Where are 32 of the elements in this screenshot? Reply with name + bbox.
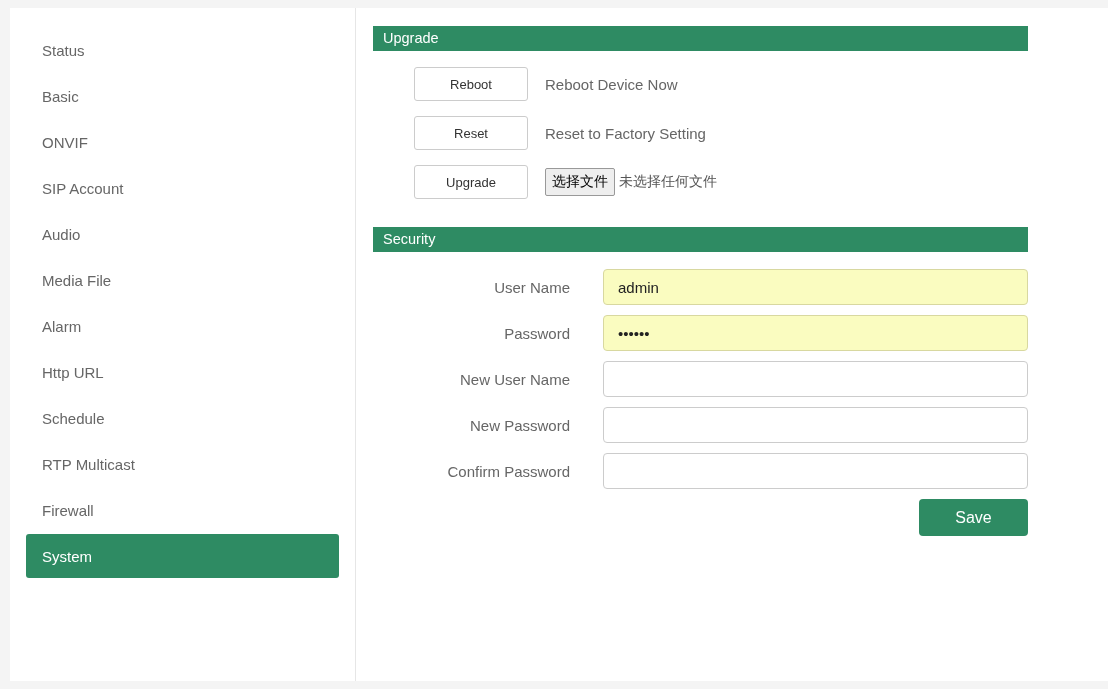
sidebar-item[interactable]: Status [26,28,339,72]
save-button[interactable]: Save [919,499,1028,536]
sidebar-item[interactable]: Basic [26,74,339,118]
sidebar-item[interactable]: System [26,534,339,578]
field-label: Password [503,324,570,342]
section-header: Security [373,227,1028,252]
sidebar-item[interactable]: ONVIF [26,120,339,164]
sidebar-item[interactable]: RTP Multicast [26,442,339,486]
sidebar-item[interactable]: SIP Account [26,166,339,210]
sidebar-item[interactable]: Firewall [26,488,339,532]
input-field[interactable] [603,361,1028,397]
input-field[interactable] [603,453,1028,489]
sidebar-item[interactable]: Audio [26,212,339,256]
field-label: New Password [468,416,570,434]
input-field[interactable]: •••••• [603,315,1028,351]
sidebar-item[interactable]: Media File [26,258,339,302]
action-button[interactable]: Reboot [414,67,528,101]
sidebar-item[interactable]: Http URL [26,350,339,394]
field-label: User Name [493,278,570,296]
field-label: New User Name [458,370,570,388]
action-description: Reset to Factory Setting [545,124,706,142]
upgrade-button[interactable]: Upgrade [414,165,528,199]
section-header: Upgrade [373,26,1028,51]
sidebar-item[interactable]: Schedule [26,396,339,440]
input-field[interactable]: admin [603,269,1028,305]
action-description: Reboot Device Now [545,75,678,93]
input-field[interactable] [603,407,1028,443]
field-label: Confirm Password [446,462,570,480]
choose-file-button[interactable]: 选择文件 [545,168,615,196]
file-status: 未选择任何文件 [619,173,717,191]
sidebar-item[interactable]: Alarm [26,304,339,348]
action-button[interactable]: Reset [414,116,528,150]
